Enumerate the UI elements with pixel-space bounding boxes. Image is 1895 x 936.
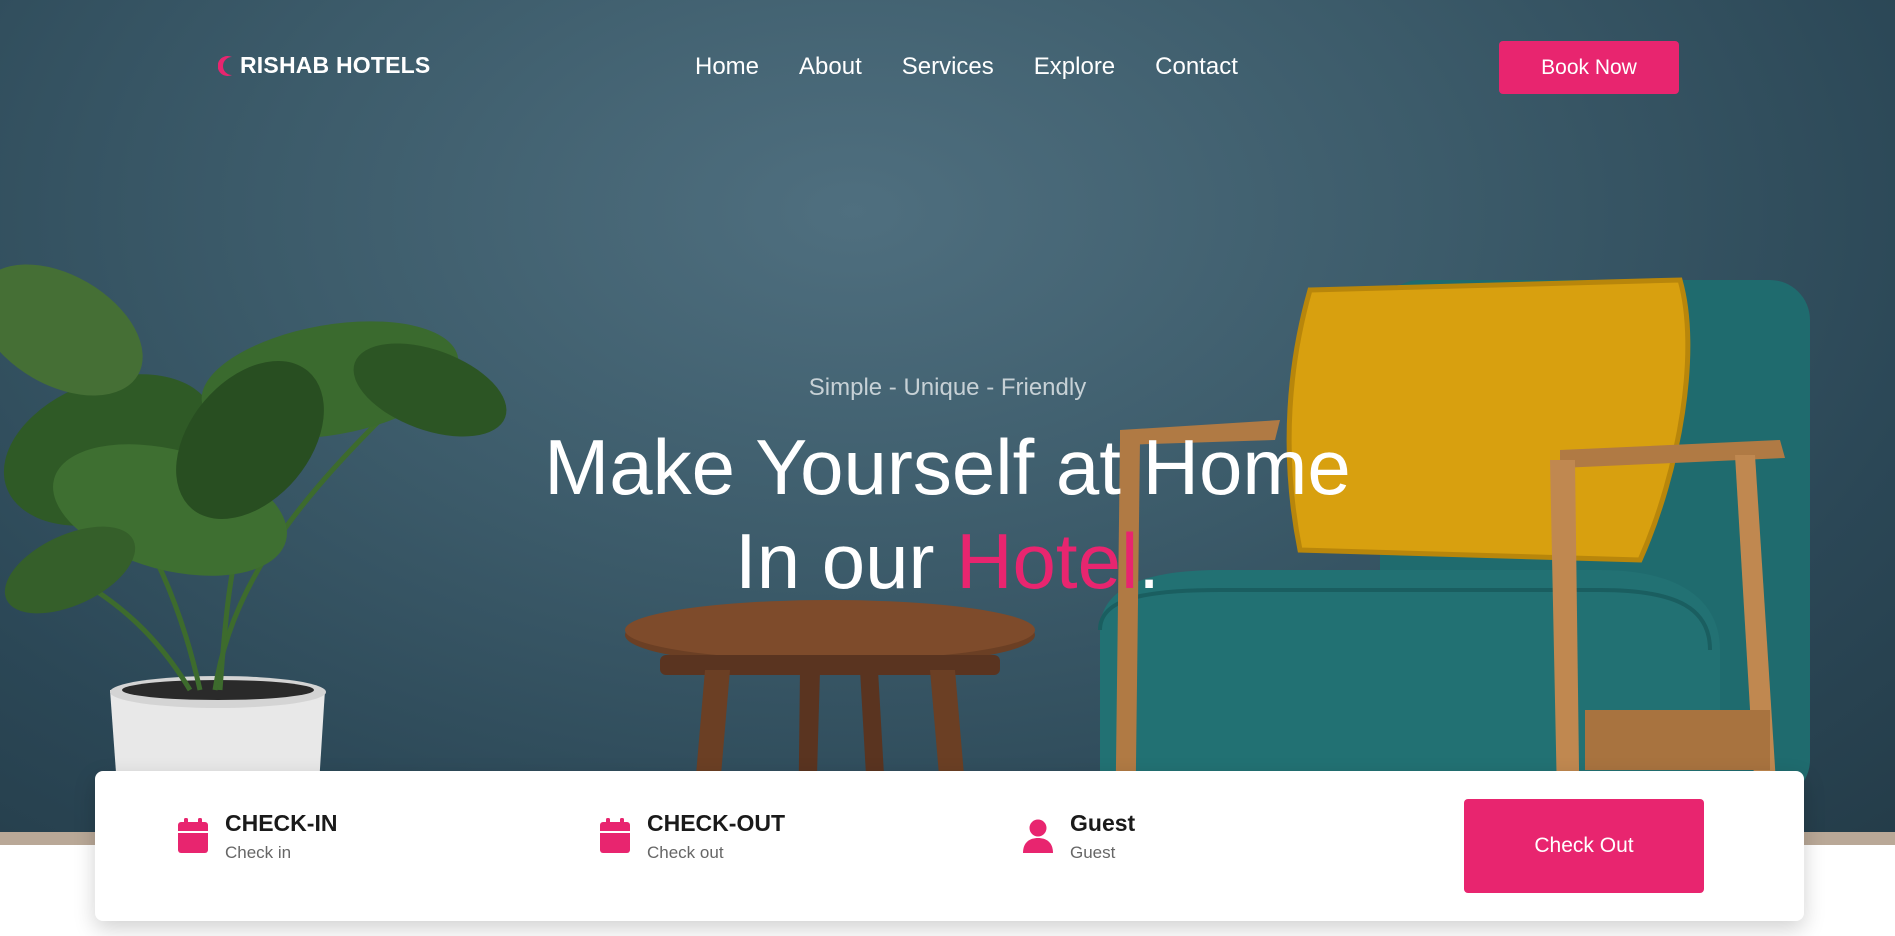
check-in-value: Check in: [225, 843, 292, 862]
nav-about[interactable]: About: [799, 53, 862, 81]
guest-field[interactable]: Guest Guest: [1022, 809, 1135, 863]
brand-logo[interactable]: RISHAB HOTELS: [218, 52, 430, 79]
calendar-icon: [600, 818, 630, 853]
check-in-label: CHECK-IN: [225, 810, 338, 836]
check-in-field[interactable]: CHECK-IN Check in: [177, 809, 337, 863]
moon-icon: [218, 55, 232, 76]
hero-title: Make Yourself at Home In our Hotel.: [0, 420, 1895, 608]
hero-tagline: Simple - Unique - Friendly: [808, 374, 1087, 401]
user-icon: [1023, 819, 1053, 853]
nav-explore[interactable]: Explore: [1034, 53, 1115, 81]
nav-services[interactable]: Services: [902, 53, 994, 81]
book-now-button[interactable]: Book Now: [1499, 41, 1679, 94]
check-out-label: CHECK-OUT: [647, 810, 785, 836]
hero-title-suffix: .: [1138, 517, 1160, 605]
calendar-icon: [178, 818, 208, 853]
nav-home[interactable]: Home: [695, 53, 759, 81]
booking-bar: CHECK-IN Check in CHECK-OUT Check out Gu…: [95, 771, 1804, 921]
guest-value: Guest: [1070, 843, 1116, 862]
guest-label: Guest: [1070, 810, 1136, 836]
nav-contact[interactable]: Contact: [1155, 53, 1238, 81]
main-nav: Home About Services Explore Contact: [695, 53, 1238, 81]
check-out-button[interactable]: Check Out: [1464, 799, 1704, 893]
hero-title-prefix: In our: [735, 517, 957, 605]
hero-title-line1: Make Yourself at Home: [544, 423, 1351, 511]
hero-title-accent: Hotel: [956, 517, 1139, 605]
check-out-field[interactable]: CHECK-OUT Check out: [599, 809, 785, 863]
brand-name: RISHAB HOTELS: [240, 52, 431, 78]
check-out-value: Check out: [647, 843, 724, 862]
